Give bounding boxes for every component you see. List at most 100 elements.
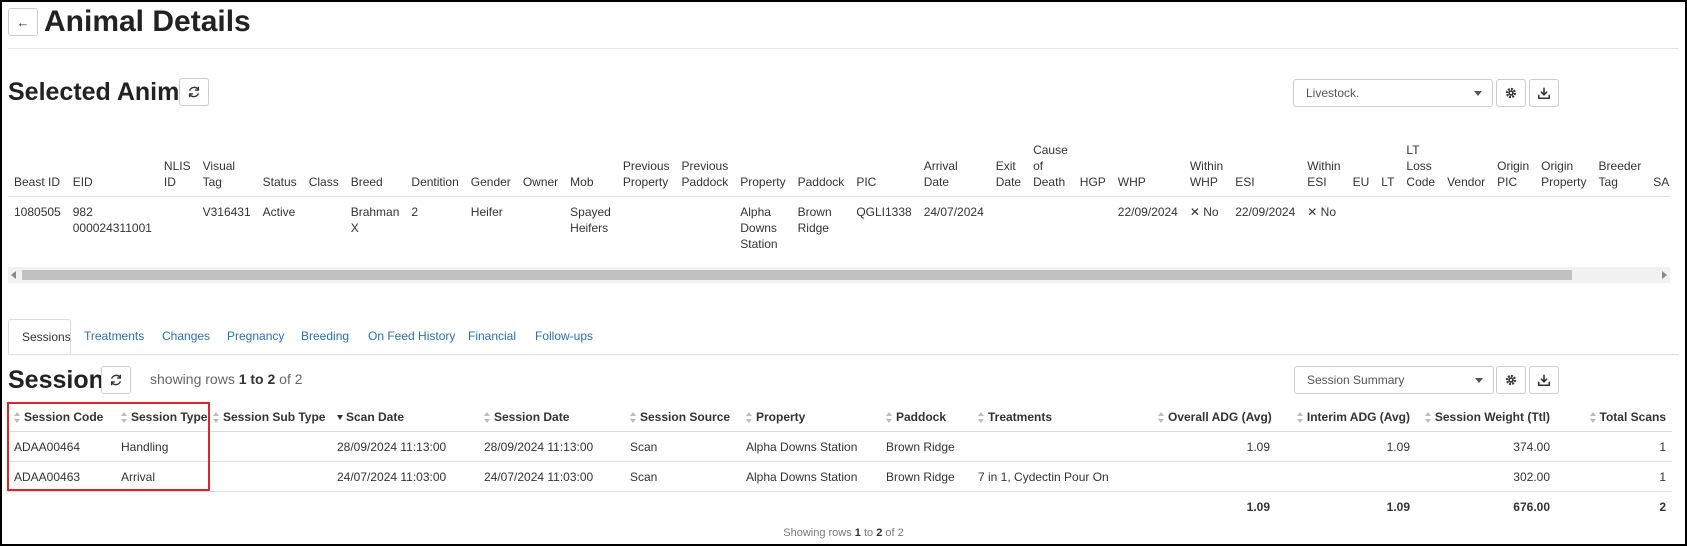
col-esi[interactable]: ESI — [1229, 142, 1302, 197]
highlight-box — [7, 402, 210, 491]
table-row[interactable]: ADAA00464 Handling 28/09/2024 11:13:00 2… — [8, 431, 1672, 462]
col-previous-paddock[interactable]: Previous Paddock — [675, 142, 735, 197]
table-row[interactable]: ADAA00463 Arrival 24/07/2024 11:03:00 24… — [8, 461, 1672, 492]
cell-interim-adg: 1.09 — [1276, 431, 1416, 462]
col-breed[interactable]: Breed — [344, 142, 406, 197]
refresh-animal-button[interactable] — [179, 78, 209, 106]
cell-session-weight: 374.00 — [1416, 431, 1556, 462]
col-whp[interactable]: WHP — [1111, 142, 1184, 197]
sort-icon — [1424, 411, 1432, 423]
col-session-sub-type[interactable]: Session Sub Type — [207, 402, 331, 432]
col-overall-adg[interactable]: Overall ADG (Avg) — [1152, 402, 1276, 432]
cell-class — [303, 197, 345, 260]
col-session-date[interactable]: Session Date — [478, 402, 624, 432]
col-session-source-label: Session Source — [640, 409, 731, 424]
sessions-settings-button[interactable] — [1496, 366, 1526, 394]
tab-financial[interactable]: Financial — [455, 319, 529, 354]
scroll-left-icon[interactable] — [11, 271, 16, 279]
animal-settings-button[interactable] — [1496, 79, 1526, 107]
col-vendor[interactable]: Vendor — [1441, 142, 1492, 197]
tab-breeding[interactable]: Breeding — [288, 319, 362, 354]
col-dentition[interactable]: Dentition — [405, 142, 465, 197]
page-title: Animal Details — [44, 5, 251, 38]
totals-empty-cell — [478, 492, 624, 522]
col-property[interactable]: Property — [734, 142, 792, 197]
col-previous-property[interactable]: Previous Property — [616, 142, 676, 197]
tab-pregnancy[interactable]: Pregnancy — [214, 319, 297, 354]
col-treatments[interactable]: Treatments — [972, 402, 1152, 432]
col-eid[interactable]: EID — [66, 142, 158, 197]
tab-follow-ups[interactable]: Follow-ups — [522, 319, 606, 354]
refresh-sessions-button[interactable] — [101, 366, 131, 394]
cell-total-scans: 1 — [1556, 461, 1672, 492]
col-origin-property[interactable]: Origin Property — [1535, 142, 1593, 197]
cell-paddock: Brown Ridge — [880, 461, 972, 492]
back-button[interactable]: ← — [8, 8, 38, 36]
col-class[interactable]: Class — [302, 142, 345, 197]
tab-treatments[interactable]: Treatments — [71, 319, 157, 354]
session-view-select[interactable]: Session Summary — [1294, 366, 1494, 394]
col-within-whp[interactable]: Within WHP — [1183, 142, 1230, 197]
tab-changes[interactable]: Changes — [149, 319, 223, 354]
animal-table-scrollbar[interactable] — [8, 267, 1670, 283]
cell-owner — [517, 197, 564, 260]
tab-sessions[interactable]: Sessions — [8, 319, 71, 354]
col-lt[interactable]: LT — [1375, 142, 1401, 197]
total-interim-adg: 1.09 — [1386, 499, 1410, 514]
cell-cause-of-death — [1027, 197, 1074, 260]
scrollbar-thumb[interactable] — [22, 270, 1572, 280]
col-property[interactable]: Property — [740, 402, 880, 432]
animal-table: Beast ID EID NLIS ID Visual Tag Status C… — [8, 142, 1670, 259]
sort-icon — [213, 411, 220, 423]
tab-on-feed-history[interactable]: On Feed History — [355, 319, 468, 354]
cell-gender: Heifer — [470, 205, 503, 219]
rows-info-from: 1 — [238, 371, 247, 387]
col-total-scans[interactable]: Total Scans — [1556, 402, 1672, 432]
col-interim-adg[interactable]: Interim ADG (Avg) — [1276, 402, 1416, 432]
cell-interim-adg — [1276, 461, 1416, 492]
animal-download-button[interactable] — [1529, 79, 1559, 107]
col-pic[interactable]: PIC — [850, 142, 918, 197]
cell-visual-tag: V316431 — [202, 205, 251, 219]
col-gender[interactable]: Gender — [464, 142, 517, 197]
col-origin-pic[interactable]: Origin PIC — [1491, 142, 1536, 197]
col-hgp[interactable]: HGP — [1073, 142, 1112, 197]
sessions-download-button[interactable] — [1529, 366, 1559, 394]
col-mob[interactable]: Mob — [564, 142, 617, 197]
cell-breed: Brahman X — [350, 205, 400, 235]
totals-empty-cell — [207, 492, 331, 522]
col-session-weight[interactable]: Session Weight (Ttl) — [1416, 402, 1556, 432]
col-eu[interactable]: EU — [1346, 142, 1376, 197]
col-cause-of-death[interactable]: Cause of Death — [1027, 142, 1074, 197]
sort-icon — [1158, 411, 1165, 423]
col-session-sub-type-label: Session Sub Type — [223, 409, 326, 424]
col-arrival-date[interactable]: Arrival Date — [917, 142, 990, 197]
col-paddock[interactable]: Paddock — [791, 142, 851, 197]
sort-icon — [978, 411, 985, 423]
col-san[interactable]: SAN — [1647, 142, 1670, 197]
col-exit-date[interactable]: Exit Date — [989, 142, 1028, 197]
col-owner[interactable]: Owner — [516, 142, 565, 197]
col-visual-tag[interactable]: Visual Tag — [196, 142, 257, 197]
totals-empty-cell — [624, 492, 740, 522]
footer-info-prefix: Showing rows — [783, 527, 855, 539]
col-beast-id[interactable]: Beast ID — [8, 142, 67, 197]
col-breeder-tag[interactable]: Breeder Tag — [1592, 142, 1648, 197]
col-within-esi[interactable]: Within ESI — [1301, 142, 1347, 197]
animal-row[interactable]: 1080505 982 000024311001 V316431 Active … — [8, 197, 1670, 260]
cell-lt-loss-code — [1400, 197, 1441, 260]
cell-within-whp: ✕ No — [1189, 205, 1219, 219]
scroll-right-icon[interactable] — [1662, 271, 1667, 279]
col-lt-loss-code[interactable]: LT Loss Code — [1400, 142, 1442, 197]
livestock-view-select[interactable]: Livestock. — [1293, 79, 1493, 107]
cell-scan-date: 28/09/2024 11:13:00 — [331, 431, 478, 462]
totals-empty-cell — [8, 492, 115, 522]
col-status[interactable]: Status — [256, 142, 303, 197]
col-paddock[interactable]: Paddock — [880, 402, 972, 432]
col-scan-date[interactable]: Scan Date — [331, 402, 478, 432]
col-nlis-id[interactable]: NLIS ID — [157, 142, 197, 197]
cell-vendor — [1441, 197, 1491, 260]
cell-total-scans: 1 — [1556, 431, 1672, 462]
col-session-source[interactable]: Session Source — [624, 402, 740, 432]
detail-tabs: Sessions Treatments Changes Pregnancy Br… — [8, 319, 1679, 355]
